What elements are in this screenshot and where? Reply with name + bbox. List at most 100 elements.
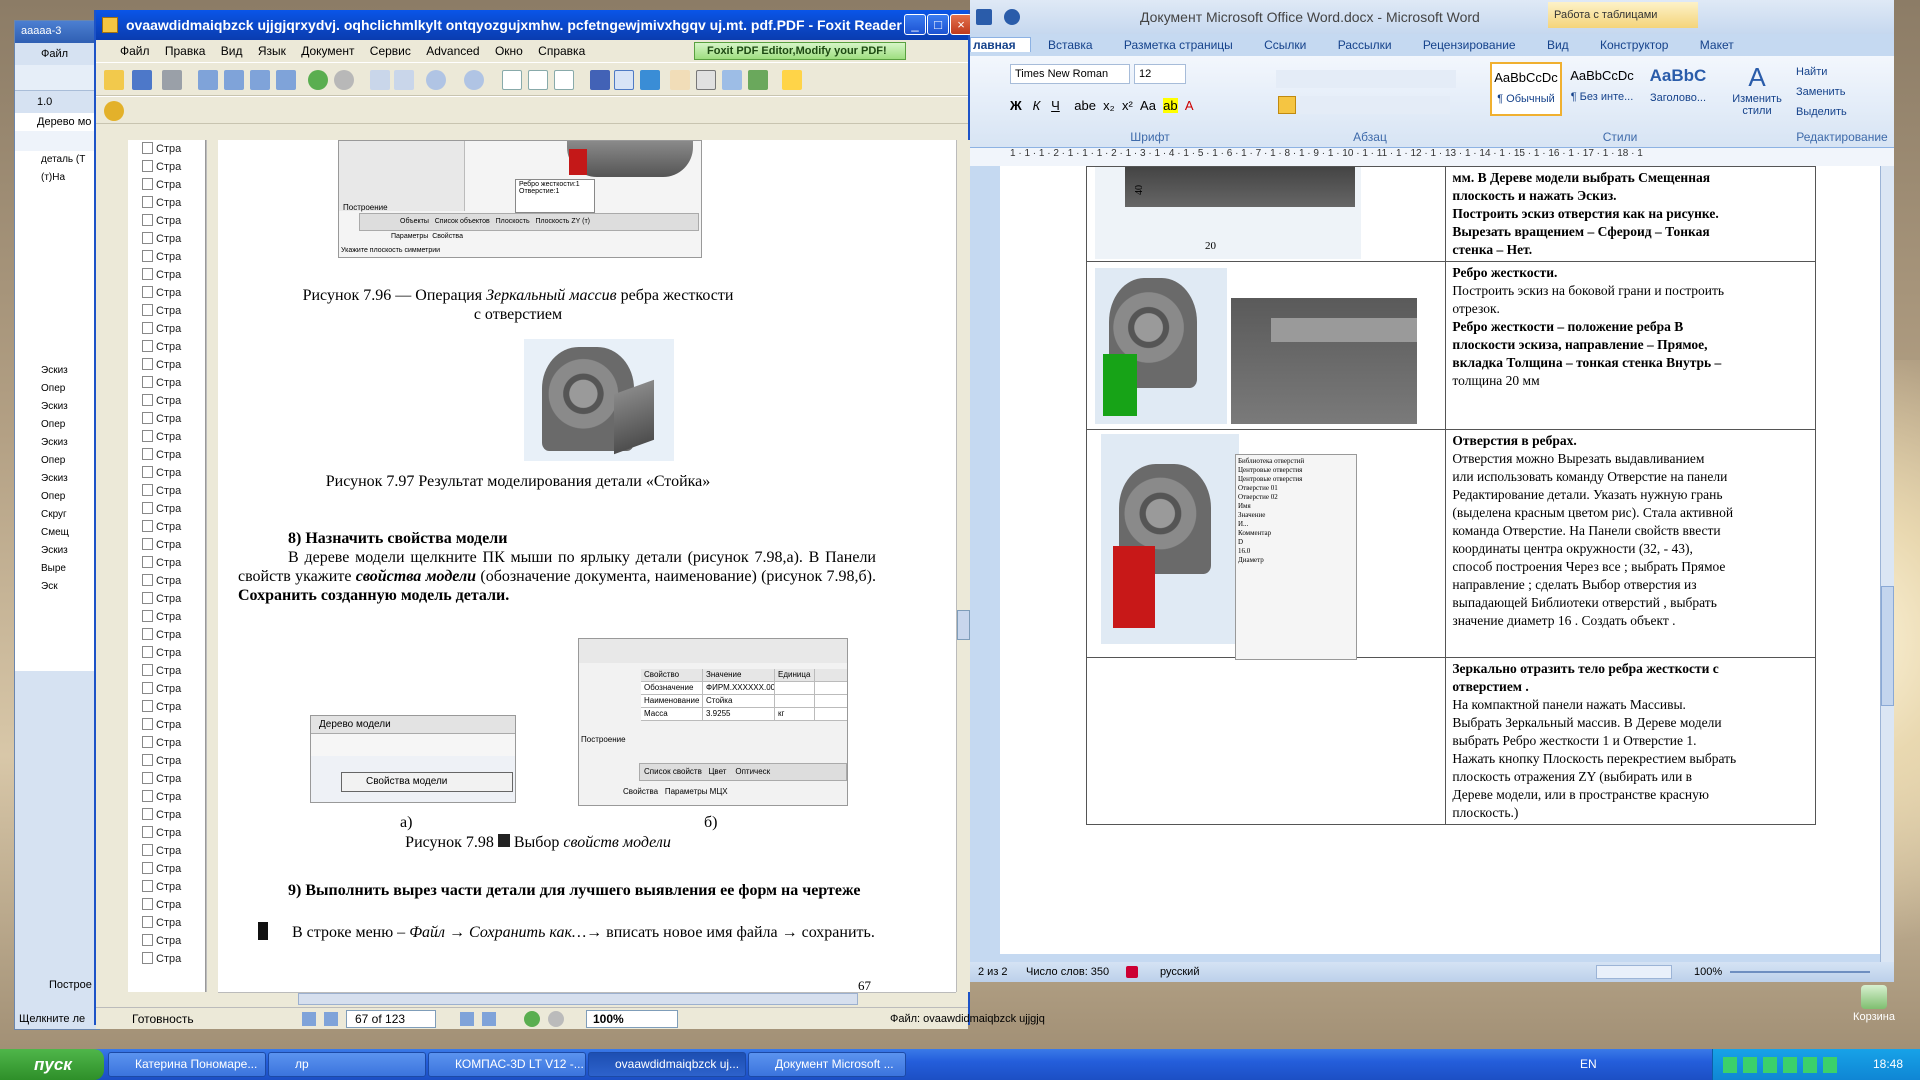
menu-language[interactable]: Язык <box>252 44 292 58</box>
bookmark-item[interactable]: Стра <box>128 536 205 554</box>
forward-icon[interactable] <box>334 70 354 90</box>
redo-icon[interactable] <box>1004 9 1020 25</box>
status-zoom[interactable]: 100% <box>1694 962 1722 982</box>
page-indicator[interactable]: 67 of 123 <box>346 1010 436 1028</box>
prev-page-icon[interactable] <box>324 1012 338 1026</box>
bookmark-item[interactable]: Стра <box>128 734 205 752</box>
language-indicator[interactable]: EN <box>1580 1057 1597 1071</box>
back-icon[interactable] <box>308 70 328 90</box>
continuous-icon[interactable] <box>528 70 548 90</box>
style-normal[interactable]: AaBbCcDc ¶ Обычный <box>1490 62 1562 116</box>
menu-document[interactable]: Документ <box>295 44 360 58</box>
kompas-tree-item[interactable]: Скруг <box>37 506 99 524</box>
bookmark-item[interactable]: Стра <box>128 446 205 464</box>
menu-window[interactable]: Окно <box>489 44 529 58</box>
bookmark-item[interactable]: Стра <box>128 698 205 716</box>
bookmark-item[interactable]: Стра <box>128 338 205 356</box>
bookmark-item[interactable]: Стра <box>128 860 205 878</box>
bold-button[interactable]: Ж <box>1010 98 1022 113</box>
bookmark-item[interactable]: Стра <box>128 896 205 914</box>
doc-horizontal-scrollbar[interactable] <box>218 992 956 1006</box>
bookmark-item[interactable]: Стра <box>128 284 205 302</box>
bookmark-item[interactable]: Стра <box>128 302 205 320</box>
bookmark-item[interactable]: Стра <box>128 482 205 500</box>
menu-help[interactable]: Справка <box>532 44 591 58</box>
kompas-tree-item[interactable]: Эскиз <box>37 398 99 416</box>
doc-vertical-scrollbar[interactable] <box>956 140 970 992</box>
kompas-detail-label[interactable]: деталь (Т <box>37 151 99 169</box>
prev-page-icon[interactable] <box>224 70 244 90</box>
taskbar-folder[interactable]: лр <box>268 1052 426 1077</box>
bookmark-item[interactable]: Стра <box>128 716 205 734</box>
tab-page-layout[interactable]: Разметка страницы <box>1110 38 1247 52</box>
highlight-button[interactable]: ab <box>1163 98 1178 113</box>
bookmark-item[interactable]: Стра <box>128 770 205 788</box>
menu-tools[interactable]: Сервис <box>364 44 417 58</box>
bookmark-item[interactable]: Стра <box>128 230 205 248</box>
font-size-field[interactable]: 12 <box>1134 64 1186 84</box>
bookmark-item[interactable]: Стра <box>128 842 205 860</box>
bookmark-item[interactable]: Стра <box>128 518 205 536</box>
tab-insert[interactable]: Вставка <box>1034 38 1107 52</box>
bookmark-item[interactable]: Стра <box>128 626 205 644</box>
next-page-icon[interactable] <box>250 70 270 90</box>
view-buttons[interactable] <box>1596 965 1672 979</box>
tab-view[interactable]: Вид <box>1533 38 1583 52</box>
rotate-icon[interactable] <box>370 70 390 90</box>
taskbar-chrome[interactable]: Катерина Пономаре... <box>108 1052 266 1077</box>
paragraph-buttons[interactable] <box>1300 96 1450 114</box>
forward-icon[interactable] <box>548 1011 564 1027</box>
tab-design[interactable]: Конструктор <box>1586 38 1682 52</box>
bookmark-item[interactable]: Стра <box>128 374 205 392</box>
bookmark-item[interactable]: Стра <box>128 950 205 968</box>
kompas-file-menu[interactable]: Файл <box>15 43 99 65</box>
case-button[interactable]: Aa <box>1140 98 1156 113</box>
hand-tool-icon[interactable] <box>670 70 690 90</box>
kompas-tree-item[interactable]: Эскиз <box>37 362 99 380</box>
tab-layout[interactable]: Макет <box>1686 38 1748 52</box>
tray-icons[interactable] <box>1723 1057 1843 1073</box>
first-page-icon[interactable] <box>198 70 218 90</box>
bookmark-item[interactable]: Стра <box>128 194 205 212</box>
next-page-icon[interactable] <box>460 1012 474 1026</box>
taskbar-foxit[interactable]: ovaawdidmaiqbzck uj... <box>588 1052 746 1077</box>
kompas-window[interactable]: ааааа-3 Файл 1.0 Дерево мо деталь (Т (т)… <box>14 20 100 1030</box>
kompas-tree-item[interactable]: Эскиз <box>37 542 99 560</box>
bookmark-item[interactable]: Стра <box>128 680 205 698</box>
recycle-bin[interactable]: Корзина <box>1834 985 1914 1023</box>
italic-button[interactable]: К <box>1033 98 1041 113</box>
foxit-window[interactable]: ovaawdidmaiqbzck ujjgjqrxydvj. oqhclichm… <box>94 10 1045 1029</box>
bookmark-item[interactable]: Стра <box>128 824 205 842</box>
horizontal-ruler[interactable]: 1 · 1 · 1 · 2 · 1 · 1 · 1 · 2 · 1 · 3 · … <box>970 148 1894 166</box>
find-button[interactable]: Найти <box>1796 62 1847 82</box>
bookmark-item[interactable]: Стра <box>128 788 205 806</box>
spellcheck-icon[interactable] <box>1126 966 1138 978</box>
bookmark-panel-icon[interactable] <box>614 70 634 90</box>
tab-mailings[interactable]: Рассылки <box>1324 38 1406 52</box>
kompas-tree-item[interactable]: Смещ <box>37 524 99 542</box>
tab-review[interactable]: Рецензирование <box>1409 38 1530 52</box>
font-color-button[interactable]: A <box>1185 98 1194 113</box>
menu-advanced[interactable]: Advanced <box>420 44 485 58</box>
bookmark-item[interactable]: Стра <box>128 248 205 266</box>
bookmark-item[interactable]: Стра <box>128 176 205 194</box>
bookmark-item[interactable]: Стра <box>128 644 205 662</box>
strike-button[interactable]: abe <box>1074 98 1096 113</box>
bookmark-item[interactable]: Стра <box>128 464 205 482</box>
save-icon[interactable] <box>132 70 152 90</box>
font-name-field[interactable]: Times New Roman <box>1010 64 1130 84</box>
panel-scrollbar[interactable] <box>206 140 218 992</box>
minimize-button[interactable]: _ <box>904 14 926 35</box>
underline-button[interactable]: Ч <box>1051 98 1060 113</box>
superscript-button[interactable]: x² <box>1122 98 1133 113</box>
bookmark-item[interactable]: Стра <box>128 140 205 158</box>
kompas-tree-item[interactable]: (т)На <box>37 169 99 187</box>
bookmark-item[interactable]: Стра <box>128 662 205 680</box>
kompas-tree-item[interactable]: Опер <box>37 488 99 506</box>
find-icon[interactable] <box>590 70 610 90</box>
kompas-tree-item[interactable]: Выре <box>37 560 99 578</box>
snapshot-icon[interactable] <box>722 70 742 90</box>
bookmark-item[interactable]: Стра <box>128 266 205 284</box>
last-page-icon[interactable] <box>276 70 296 90</box>
kompas-tree-item[interactable]: Опер <box>37 380 99 398</box>
